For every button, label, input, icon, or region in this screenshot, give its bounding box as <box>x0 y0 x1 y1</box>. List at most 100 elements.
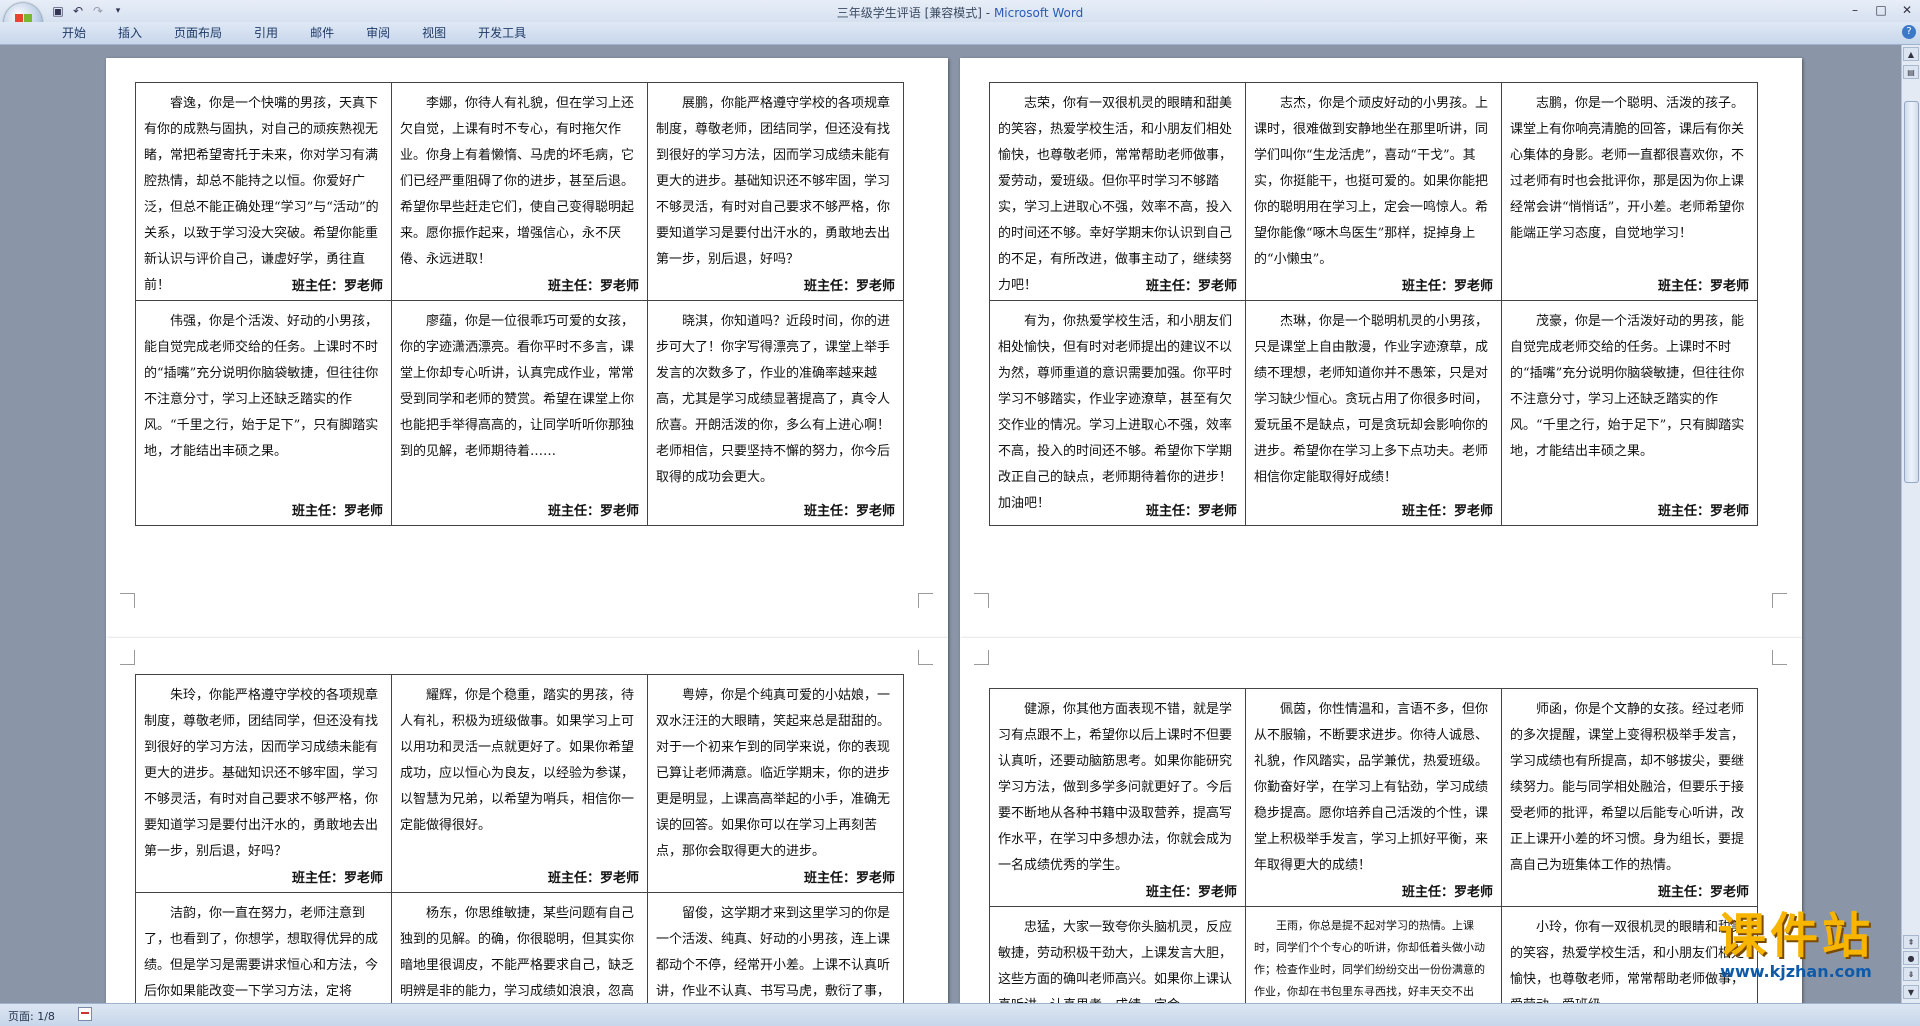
tab-developer[interactable]: 开发工具 <box>466 25 546 41</box>
cell-comment: 粤婷，你是个纯真可爱的小姑娘，一双水汪汪的大眼睛，笑起来总是甜甜的。对于一个初来… <box>656 688 891 859</box>
table-cell[interactable]: 晓淇，你知道吗？近段时间，你的进步可大了！你字写得漂亮了，课堂上举手发言的次数多… <box>648 301 904 526</box>
ribbon: 开始 插入 页面布局 引用 邮件 审阅 视图 开发工具 ? <box>0 22 1920 45</box>
document-page: 志荣，你有一双很机灵的眼睛和甜美的笑容，热爱学校生活，和小朋友们相处愉快，也尊敬… <box>960 58 1802 638</box>
table-cell[interactable]: 杨东，你思维敏捷，某些问题有自己独到的见解。的确，你很聪明，但其实你暗地里很调皮… <box>392 893 648 1003</box>
window-title: 三年级学生评语 [兼容模式] - Microsoft Word <box>0 4 1920 21</box>
table-cell[interactable]: 志杰，你是个顽皮好动的小男孩。上课时，很难做到安静地坐在那里听讲，同学们叫你“生… <box>1246 83 1502 301</box>
table-cell[interactable]: 洁韵，你一直在努力，老师注意到了，也看到了，你想学，想取得优异的成绩。但是学习是… <box>136 893 392 1003</box>
table-cell[interactable]: 杰琳，你是一个聪明机灵的小男孩，只是课堂上自由散漫，作业字迹潦草，成绩不理想，老… <box>1246 301 1502 526</box>
cell-signature: 班主任：罗老师 <box>1145 504 1237 519</box>
table-cell[interactable]: 留俊，这学期才来到这里学习的你是一个活泼、纯真、好动的小男孩，连上课都动个不停，… <box>648 893 904 1003</box>
tab-home[interactable]: 开始 <box>50 25 106 41</box>
table-cell[interactable]: 耀辉，你是个稳重，踏实的男孩，待人有礼，积极为班级做事。如果学习上可以用功和灵活… <box>392 675 648 893</box>
margin-corner-mark <box>974 650 989 665</box>
page-indicator[interactable]: 页面: 1/8 <box>8 1008 55 1024</box>
scroll-up-icon[interactable]: ▲ <box>1903 47 1919 61</box>
ribbon-tabs: 开始 插入 页面布局 引用 邮件 审阅 视图 开发工具 <box>50 25 546 41</box>
cell-signature: 班主任：罗老师 <box>803 504 895 519</box>
cell-signature: 班主任：罗老师 <box>1657 279 1749 294</box>
vertical-scrollbar[interactable]: ▲ ▤ ⇞ ● ⇟ ▼ <box>1901 45 1920 1003</box>
table-cell[interactable]: 王雨，你总是提不起对学习的热情。上课时，同学们个个专心的听讲，你却低着头做小动作… <box>1246 907 1502 1003</box>
tab-mailings[interactable]: 邮件 <box>298 25 354 41</box>
browse-object-icon[interactable]: ● <box>1903 951 1919 965</box>
cell-comment: 健源，你其他方面表现不错，就是学习有点跟不上，希望你以后上课时不但要认真听，还要… <box>998 702 1233 873</box>
cell-signature: 班主任：罗老师 <box>1401 279 1493 294</box>
document-name: 三年级学生评语 [兼容模式] <box>836 6 982 20</box>
tab-view[interactable]: 视图 <box>410 25 466 41</box>
margin-corner-mark <box>918 593 933 608</box>
site-watermark: 课件站 www.kjzhan.com <box>1718 910 1874 981</box>
document-page: 睿逸，你是一个快嘴的男孩，天真下有你的成熟与固执，对自己的顽疾熟视无睹，常把希望… <box>106 58 948 638</box>
table-cell[interactable]: 健源，你其他方面表现不错，就是学习有点跟不上，希望你以后上课时不但要认真听，还要… <box>990 689 1246 907</box>
cell-signature: 班主任：罗老师 <box>291 279 383 294</box>
cell-signature: 班主任：罗老师 <box>1145 279 1237 294</box>
next-page-icon[interactable]: ⇟ <box>1903 967 1919 981</box>
help-icon[interactable]: ? <box>1902 25 1916 39</box>
window-controls: – □ ✕ <box>1842 0 1920 20</box>
previous-page-icon[interactable]: ⇞ <box>1903 935 1919 949</box>
table-cell[interactable]: 朱玲，你能严格遵守学校的各项规章制度，尊敬老师，团结同学，但还没有找到很好的学习… <box>136 675 392 893</box>
cell-comment: 师函，你是个文静的女孩。经过老师的多次提醒，课堂上变得积极举手发言，学习成绩也有… <box>1510 702 1745 873</box>
table-cell[interactable]: 有为，你热爱学校生活，和小朋友们相处愉快，但有时对老师提出的建议不以为然，尊师重… <box>990 301 1246 526</box>
cell-comment: 杰琳，你是一个聪明机灵的小男孩，只是课堂上自由散漫，作业字迹潦草，成绩不理想，老… <box>1254 314 1489 485</box>
document-workspace[interactable]: 睿逸，你是一个快嘴的男孩，天真下有你的成熟与固执，对自己的顽疾熟视无睹，常把希望… <box>0 45 1902 1003</box>
tab-page-layout[interactable]: 页面布局 <box>162 25 242 41</box>
close-icon[interactable]: ✕ <box>1894 0 1920 20</box>
cell-comment: 忠猛，大家一致夸你头脑机灵，反应敏捷，劳动积极干劲大，上课发言大胆，这些方面的确… <box>998 920 1233 1003</box>
tab-review[interactable]: 审阅 <box>354 25 410 41</box>
table-cell[interactable]: 师函，你是个文静的女孩。经过老师的多次提醒，课堂上变得积极举手发言，学习成绩也有… <box>1502 689 1758 907</box>
tab-insert[interactable]: 插入 <box>106 25 162 41</box>
margin-corner-mark <box>974 593 989 608</box>
table-cell[interactable]: 佩茵，你性情温和，言语不多，但你从不服输，不断要求进步。你待人诚恳、礼貌，作风踏… <box>1246 689 1502 907</box>
cell-signature: 班主任：罗老师 <box>1401 885 1493 900</box>
cell-comment: 伟强，你是个活泼、好动的小男孩，能自觉完成老师交给的任务。上课时不时的“插嘴”充… <box>144 314 379 459</box>
tab-references[interactable]: 引用 <box>242 25 298 41</box>
title-bar: ▣ ↶ ↷ ▾ 三年级学生评语 [兼容模式] - Microsoft Word … <box>0 0 1920 41</box>
proofing-status-icon[interactable] <box>78 1007 92 1021</box>
margin-corner-mark <box>1772 593 1787 608</box>
ruler-toggle-icon[interactable]: ▤ <box>1903 65 1919 79</box>
cell-signature: 班主任：罗老师 <box>547 871 639 886</box>
table-cell[interactable]: 李娜，你待人有礼貌，但在学习上还欠自觉，上课有时不专心，有时拖欠作业。你身上有着… <box>392 83 648 301</box>
cell-comment: 晓淇，你知道吗？近段时间，你的进步可大了！你字写得漂亮了，课堂上举手发言的次数多… <box>656 314 891 485</box>
watermark-url: www.kjzhan.com <box>1720 962 1872 981</box>
comment-table: 健源，你其他方面表现不错，就是学习有点跟不上，希望你以后上课时不但要认真听，还要… <box>989 688 1758 1003</box>
comment-table: 志荣，你有一双很机灵的眼睛和甜美的笑容，热爱学校生活，和小朋友们相处愉快，也尊敬… <box>989 82 1758 526</box>
table-cell[interactable]: 伟强，你是个活泼、好动的小男孩，能自觉完成老师交给的任务。上课时不时的“插嘴”充… <box>136 301 392 526</box>
table-cell[interactable]: 志鹏，你是一个聪明、活泼的孩子。课堂上有你响亮清脆的回答，课后有你关心集体的身影… <box>1502 83 1758 301</box>
table-cell[interactable]: 睿逸，你是一个快嘴的男孩，天真下有你的成熟与固执，对自己的顽疾熟视无睹，常把希望… <box>136 83 392 301</box>
cell-comment: 睿逸，你是一个快嘴的男孩，天真下有你的成熟与固执，对自己的顽疾熟视无睹，常把希望… <box>144 96 379 293</box>
comment-table: 睿逸，你是一个快嘴的男孩，天真下有你的成熟与固执，对自己的顽疾熟视无睹，常把希望… <box>135 82 904 526</box>
cell-comment: 佩茵，你性情温和，言语不多，但你从不服输，不断要求进步。你待人诚恳、礼貌，作风踏… <box>1254 702 1489 873</box>
cell-signature: 班主任：罗老师 <box>1657 885 1749 900</box>
scroll-down-icon[interactable]: ▼ <box>1903 985 1919 999</box>
cell-signature: 班主任：罗老师 <box>291 871 383 886</box>
document-page: 朱玲，你能严格遵守学校的各项规章制度，尊敬老师，团结同学，但还没有找到很好的学习… <box>106 638 948 1003</box>
comment-table: 朱玲，你能严格遵守学校的各项规章制度，尊敬老师，团结同学，但还没有找到很好的学习… <box>135 674 904 1003</box>
maximize-icon[interactable]: □ <box>1868 0 1894 20</box>
cell-comment: 朱玲，你能严格遵守学校的各项规章制度，尊敬老师，团结同学，但还没有找到很好的学习… <box>144 688 379 859</box>
cell-comment: 茂豪，你是一个活泼好动的男孩，能自觉完成老师交给的任务。上课时不时的“插嘴”充分… <box>1510 314 1745 459</box>
minimize-icon[interactable]: – <box>1842 0 1868 20</box>
cell-signature: 班主任：罗老师 <box>547 504 639 519</box>
cell-comment: 廖蕴，你是一位很乖巧可爱的女孩，你的字迹潇洒漂亮。看你平时不多言，课堂上你却专心… <box>400 314 635 459</box>
margin-corner-mark <box>1772 650 1787 665</box>
cell-comment: 小玲，你有一双很机灵的眼睛和甜美的笑容，热爱学校生活，和小朋友们相处愉快，也尊敬… <box>1510 920 1745 1003</box>
table-cell[interactable]: 廖蕴，你是一位很乖巧可爱的女孩，你的字迹潇洒漂亮。看你平时不多言，课堂上你却专心… <box>392 301 648 526</box>
table-cell[interactable]: 展鹏，你能严格遵守学校的各项规章制度，尊敬老师，团结同学，但还没有找到很好的学习… <box>648 83 904 301</box>
table-cell[interactable]: 粤婷，你是个纯真可爱的小姑娘，一双水汪汪的大眼睛，笑起来总是甜甜的。对于一个初来… <box>648 675 904 893</box>
title-separator: - <box>981 6 994 20</box>
margin-corner-mark <box>120 593 135 608</box>
cell-comment: 杨东，你思维敏捷，某些问题有自己独到的见解。的确，你很聪明，但其实你暗地里很调皮… <box>400 906 635 999</box>
app-name: Microsoft Word <box>993 6 1084 20</box>
table-cell[interactable]: 忠猛，大家一致夸你头脑机灵，反应敏捷，劳动积极干劲大，上课发言大胆，这些方面的确… <box>990 907 1246 1003</box>
margin-corner-mark <box>918 650 933 665</box>
cell-comment: 展鹏，你能严格遵守学校的各项规章制度，尊敬老师，团结同学，但还没有找到很好的学习… <box>656 96 891 267</box>
margin-corner-mark <box>120 650 135 665</box>
cell-comment: 有为，你热爱学校生活，和小朋友们相处愉快，但有时对老师提出的建议不以为然，尊师重… <box>998 314 1233 511</box>
table-cell[interactable]: 茂豪，你是一个活泼好动的男孩，能自觉完成老师交给的任务。上课时不时的“插嘴”充分… <box>1502 301 1758 526</box>
table-cell[interactable]: 志荣，你有一双很机灵的眼睛和甜美的笑容，热爱学校生活，和小朋友们相处愉快，也尊敬… <box>990 83 1246 301</box>
scroll-thumb[interactable] <box>1904 101 1919 483</box>
document-page: 健源，你其他方面表现不错，就是学习有点跟不上，希望你以后上课时不但要认真听，还要… <box>960 638 1802 1003</box>
cell-signature: 班主任：罗老师 <box>803 871 895 886</box>
